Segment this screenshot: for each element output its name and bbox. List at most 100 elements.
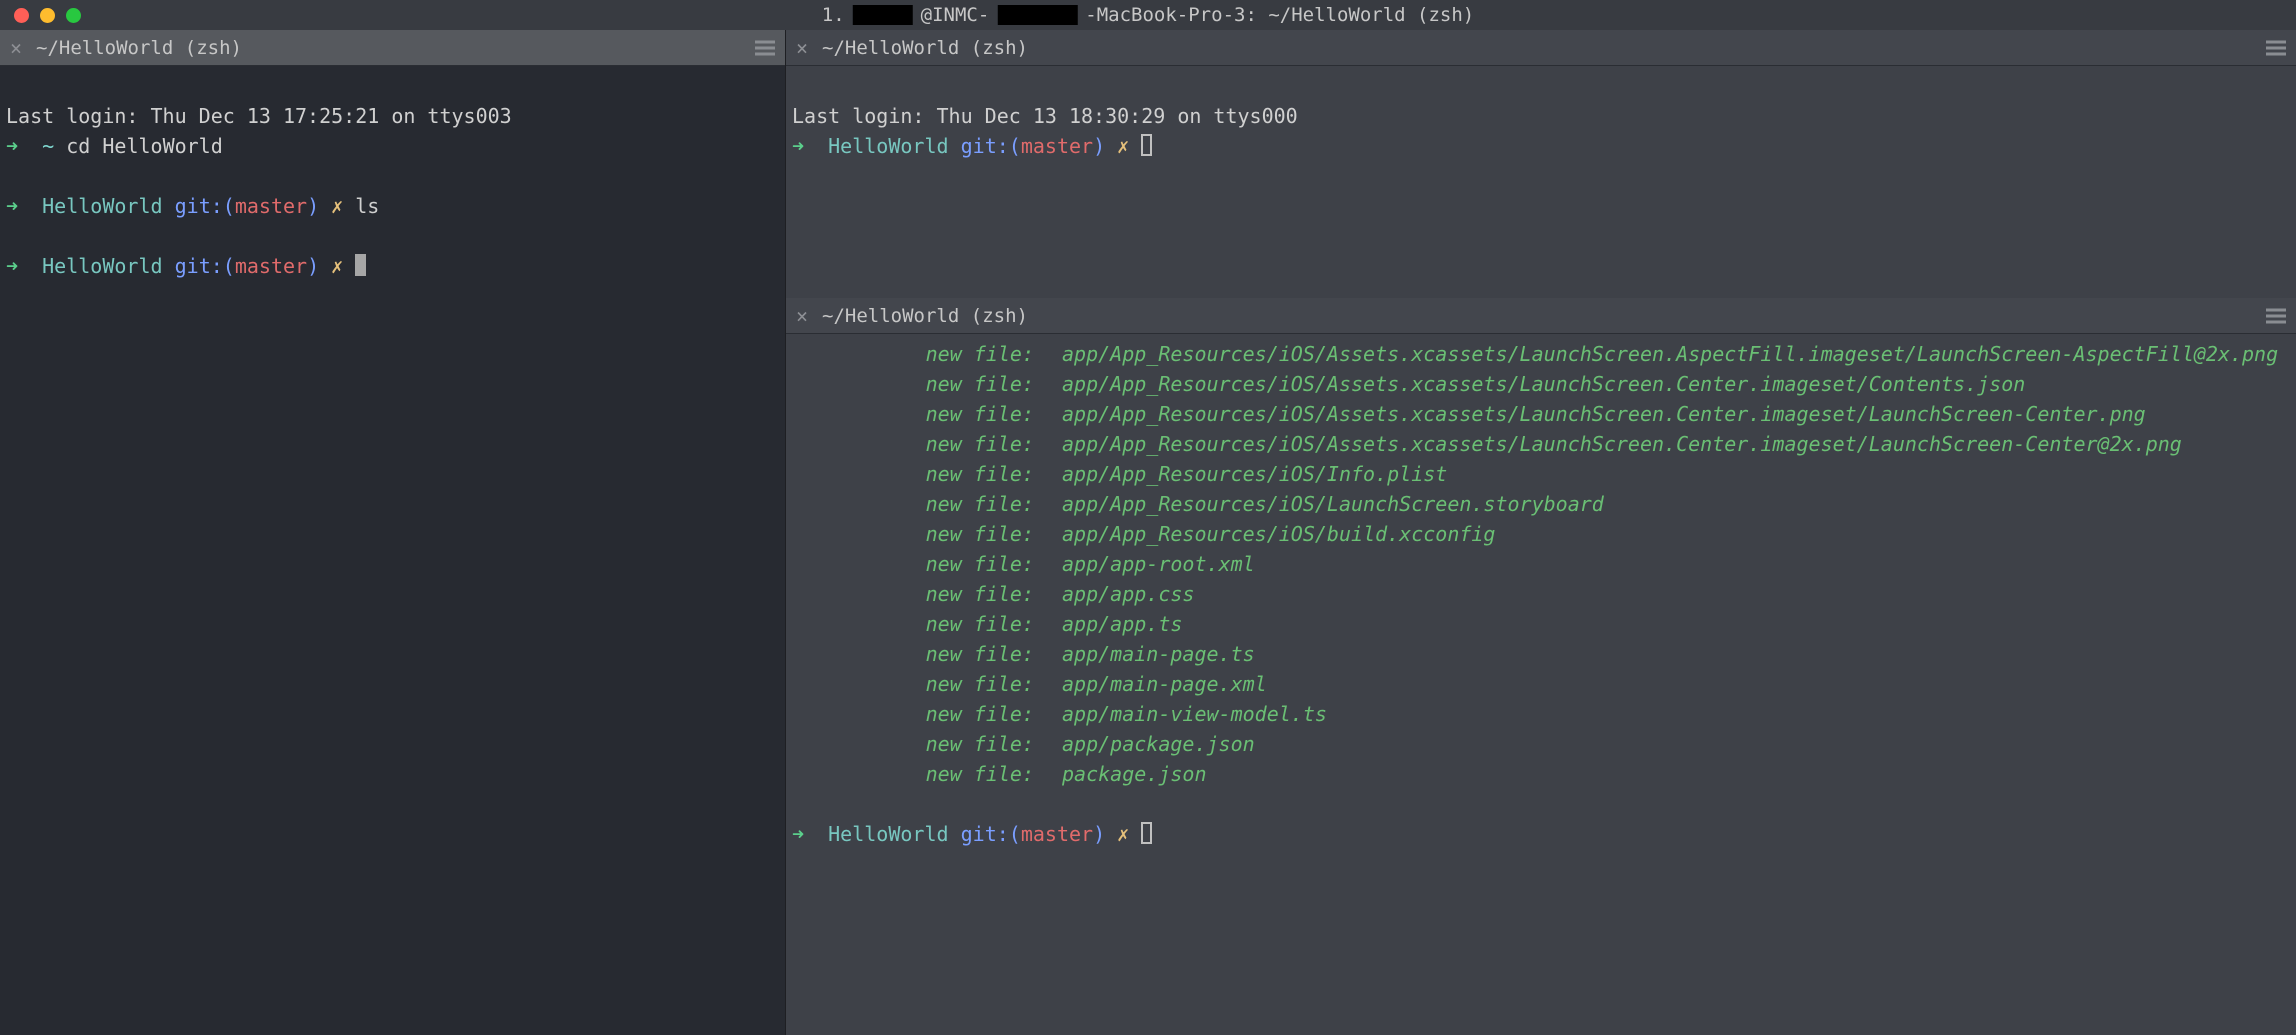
status-path: app/app-root.xml bbox=[1062, 552, 1255, 576]
cursor bbox=[355, 254, 366, 276]
panes-container: × ~/HelloWorld (zsh) Last login: Thu Dec… bbox=[0, 30, 2296, 1035]
terminal-left[interactable]: Last login: Thu Dec 13 17:25:21 on ttys0… bbox=[0, 66, 785, 1035]
prompt-line: ➜ ~ cd HelloWorld bbox=[6, 131, 779, 161]
status-row: new file:app/App_Resources/iOS/Assets.xc… bbox=[792, 369, 2290, 399]
status-path: app/App_Resources/iOS/Assets.xcassets/La… bbox=[1062, 402, 2146, 426]
status-row: new file:app/main-page.ts bbox=[792, 639, 2290, 669]
dirty-icon: ✗ bbox=[331, 254, 343, 278]
tabbar-right-bottom[interactable]: × ~/HelloWorld (zsh) bbox=[786, 298, 2296, 334]
prompt-line: ➜ HelloWorld git:(master) ✗ bbox=[792, 819, 2290, 849]
last-login-right-top: Last login: Thu Dec 13 18:30:29 on ttys0… bbox=[792, 104, 1298, 128]
status-row: new file:app/main-page.xml bbox=[792, 669, 2290, 699]
status-label: new file: bbox=[792, 699, 1062, 729]
prompt-dir: ~ bbox=[42, 134, 54, 158]
prompt-line: ➜ HelloWorld git:(master) ✗ ls bbox=[6, 191, 779, 221]
status-row: new file:app/app.ts bbox=[792, 609, 2290, 639]
status-label: new file: bbox=[792, 459, 1062, 489]
title-prefix: 1. bbox=[822, 4, 845, 26]
status-path: app/main-page.ts bbox=[1062, 642, 1255, 666]
status-path: app/main-page.xml bbox=[1062, 672, 1267, 696]
status-path: app/app.ts bbox=[1062, 612, 1182, 636]
git-close: ) bbox=[1093, 134, 1105, 158]
status-label: new file: bbox=[792, 399, 1062, 429]
prompt-line: ➜ HelloWorld git:(master) ✗ bbox=[6, 251, 779, 281]
dirty-icon: ✗ bbox=[331, 194, 343, 218]
pane-right: × ~/HelloWorld (zsh) Last login: Thu Dec… bbox=[786, 30, 2296, 1035]
status-row: new file:app/App_Resources/iOS/Assets.xc… bbox=[792, 339, 2290, 369]
prompt-dir: HelloWorld bbox=[828, 134, 948, 158]
status-path: app/App_Resources/iOS/Assets.xcassets/La… bbox=[1062, 342, 2278, 366]
title-mid: @INMC- bbox=[921, 4, 990, 26]
git-label: git:( bbox=[175, 194, 235, 218]
title-suffix: -MacBook-Pro-3: ~/HelloWorld (zsh) bbox=[1085, 4, 1474, 26]
git-branch: master bbox=[235, 194, 307, 218]
status-row: new file:app/package.json bbox=[792, 729, 2290, 759]
minimize-window-button[interactable] bbox=[40, 8, 55, 23]
status-label: new file: bbox=[792, 339, 1062, 369]
git-close: ) bbox=[307, 254, 319, 278]
prompt-arrow-icon: ➜ bbox=[792, 822, 804, 846]
prompt-line: ➜ HelloWorld git:(master) ✗ bbox=[792, 131, 2290, 161]
window-title: 1. @INMC- -MacBook-Pro-3: ~/HelloWorld (… bbox=[822, 4, 1474, 26]
status-row: new file:app/app.css bbox=[792, 579, 2290, 609]
tabbar-left[interactable]: × ~/HelloWorld (zsh) bbox=[0, 30, 785, 66]
status-label: new file: bbox=[792, 369, 1062, 399]
cursor bbox=[1141, 134, 1152, 156]
status-label: new file: bbox=[792, 639, 1062, 669]
status-path: app/main-view-model.ts bbox=[1062, 702, 1327, 726]
prompt-command: cd HelloWorld bbox=[66, 134, 223, 158]
tab-title-left: ~/HelloWorld (zsh) bbox=[36, 37, 242, 59]
traffic-lights bbox=[0, 8, 81, 23]
redacted-host bbox=[997, 5, 1077, 25]
prompt-arrow-icon: ➜ bbox=[6, 134, 18, 158]
status-path: app/App_Resources/iOS/LaunchScreen.story… bbox=[1062, 492, 1604, 516]
prompt-arrow-icon: ➜ bbox=[6, 194, 18, 218]
status-label: new file: bbox=[792, 579, 1062, 609]
terminal-right-top[interactable]: Last login: Thu Dec 13 18:30:29 on ttys0… bbox=[786, 66, 2296, 298]
dirty-icon: ✗ bbox=[1117, 134, 1129, 158]
status-label: new file: bbox=[792, 669, 1062, 699]
pane-right-top: × ~/HelloWorld (zsh) Last login: Thu Dec… bbox=[786, 30, 2296, 298]
close-tab-icon[interactable]: × bbox=[10, 38, 22, 58]
git-branch: master bbox=[1021, 822, 1093, 846]
git-branch: master bbox=[235, 254, 307, 278]
status-path: package.json bbox=[1062, 762, 1207, 786]
redacted-user bbox=[853, 5, 913, 25]
tab-title-right-top: ~/HelloWorld (zsh) bbox=[822, 37, 1028, 59]
close-window-button[interactable] bbox=[14, 8, 29, 23]
git-close: ) bbox=[307, 194, 319, 218]
prompt-dir: HelloWorld bbox=[42, 194, 162, 218]
status-label: new file: bbox=[792, 759, 1062, 789]
pane-right-bottom: × ~/HelloWorld (zsh) new file:app/App_Re… bbox=[786, 298, 2296, 1035]
tabbar-right-top[interactable]: × ~/HelloWorld (zsh) bbox=[786, 30, 2296, 66]
prompt-dir: HelloWorld bbox=[828, 822, 948, 846]
status-path: app/App_Resources/iOS/Assets.xcassets/La… bbox=[1062, 372, 2025, 396]
status-row: new file:app/App_Resources/iOS/Assets.xc… bbox=[792, 429, 2290, 459]
git-close: ) bbox=[1093, 822, 1105, 846]
status-label: new file: bbox=[792, 489, 1062, 519]
status-path: app/App_Resources/iOS/Info.plist bbox=[1062, 462, 1447, 486]
menu-icon[interactable] bbox=[2266, 308, 2286, 323]
menu-icon[interactable] bbox=[755, 40, 775, 55]
prompt-dir: HelloWorld bbox=[42, 254, 162, 278]
status-label: new file: bbox=[792, 609, 1062, 639]
zoom-window-button[interactable] bbox=[66, 8, 81, 23]
status-label: new file: bbox=[792, 519, 1062, 549]
cursor bbox=[1141, 822, 1152, 844]
prompt-arrow-icon: ➜ bbox=[792, 134, 804, 158]
last-login-left: Last login: Thu Dec 13 17:25:21 on ttys0… bbox=[6, 104, 512, 128]
menu-icon[interactable] bbox=[2266, 40, 2286, 55]
close-tab-icon[interactable]: × bbox=[796, 306, 808, 326]
git-branch: master bbox=[1021, 134, 1093, 158]
git-label: git:( bbox=[961, 822, 1021, 846]
status-label: new file: bbox=[792, 549, 1062, 579]
status-path: app/app.css bbox=[1062, 582, 1194, 606]
git-label: git:( bbox=[175, 254, 235, 278]
git-label: git:( bbox=[961, 134, 1021, 158]
titlebar[interactable]: 1. @INMC- -MacBook-Pro-3: ~/HelloWorld (… bbox=[0, 0, 2296, 30]
pane-left: × ~/HelloWorld (zsh) Last login: Thu Dec… bbox=[0, 30, 786, 1035]
status-row: new file:app/main-view-model.ts bbox=[792, 699, 2290, 729]
close-tab-icon[interactable]: × bbox=[796, 38, 808, 58]
status-path: app/App_Resources/iOS/Assets.xcassets/La… bbox=[1062, 432, 2182, 456]
terminal-right-bottom[interactable]: new file:app/App_Resources/iOS/Assets.xc… bbox=[786, 334, 2296, 1035]
